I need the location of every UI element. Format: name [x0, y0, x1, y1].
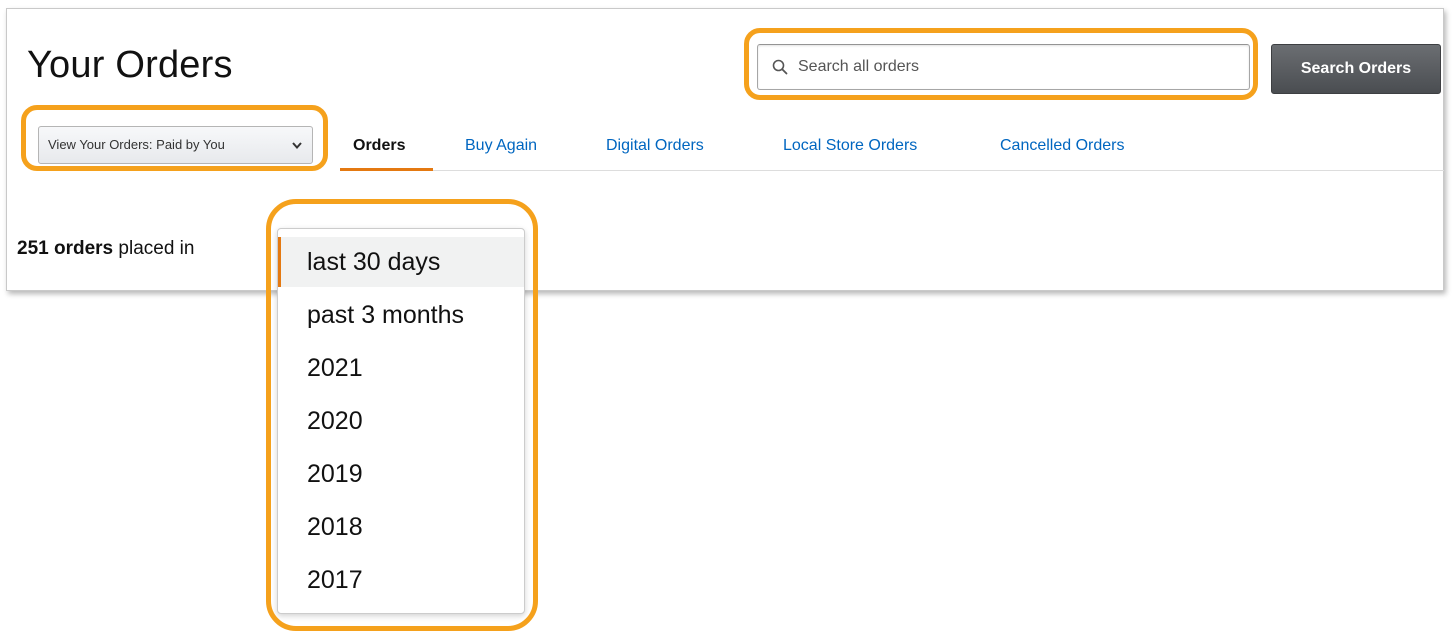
orders-count: 251 orders [17, 238, 114, 259]
search-box[interactable] [757, 44, 1250, 90]
page-title: Your Orders [27, 44, 233, 86]
period-option-past-3-months[interactable]: past 3 months [278, 290, 524, 340]
search-orders-button[interactable]: Search Orders [1271, 44, 1441, 94]
tabs-divider [340, 170, 1444, 171]
tab-orders[interactable]: Orders [353, 137, 405, 155]
tab-cancelled-orders[interactable]: Cancelled Orders [1000, 137, 1125, 155]
period-option-2021[interactable]: 2021 [278, 343, 524, 393]
tab-local-store-orders[interactable]: Local Store Orders [783, 137, 917, 155]
period-option-2020[interactable]: 2020 [278, 396, 524, 446]
orders-page-panel: Your Orders Search Orders View Your Orde… [6, 8, 1444, 291]
period-option-2017[interactable]: 2017 [278, 555, 524, 605]
period-option-last-30-days[interactable]: last 30 days [278, 237, 524, 287]
active-tab-indicator [340, 168, 433, 171]
period-option-2019[interactable]: 2019 [278, 449, 524, 499]
filter-select-label: View Your Orders: Paid by You [48, 137, 225, 152]
tab-digital-orders[interactable]: Digital Orders [606, 137, 704, 155]
search-icon [772, 59, 788, 75]
period-dropdown-menu: last 30 days past 3 months 2021 2020 201… [277, 228, 525, 614]
period-option-2018[interactable]: 2018 [278, 502, 524, 552]
chevron-down-icon [292, 142, 302, 150]
orders-summary: 251 orders placed in [17, 238, 194, 260]
screenshot-stage: Your Orders Search Orders View Your Orde… [0, 0, 1454, 631]
orders-filter-select[interactable]: View Your Orders: Paid by You [38, 126, 313, 164]
search-input[interactable] [798, 52, 1238, 82]
orders-summary-suffix: placed in [118, 238, 195, 259]
tab-buy-again[interactable]: Buy Again [465, 137, 537, 155]
